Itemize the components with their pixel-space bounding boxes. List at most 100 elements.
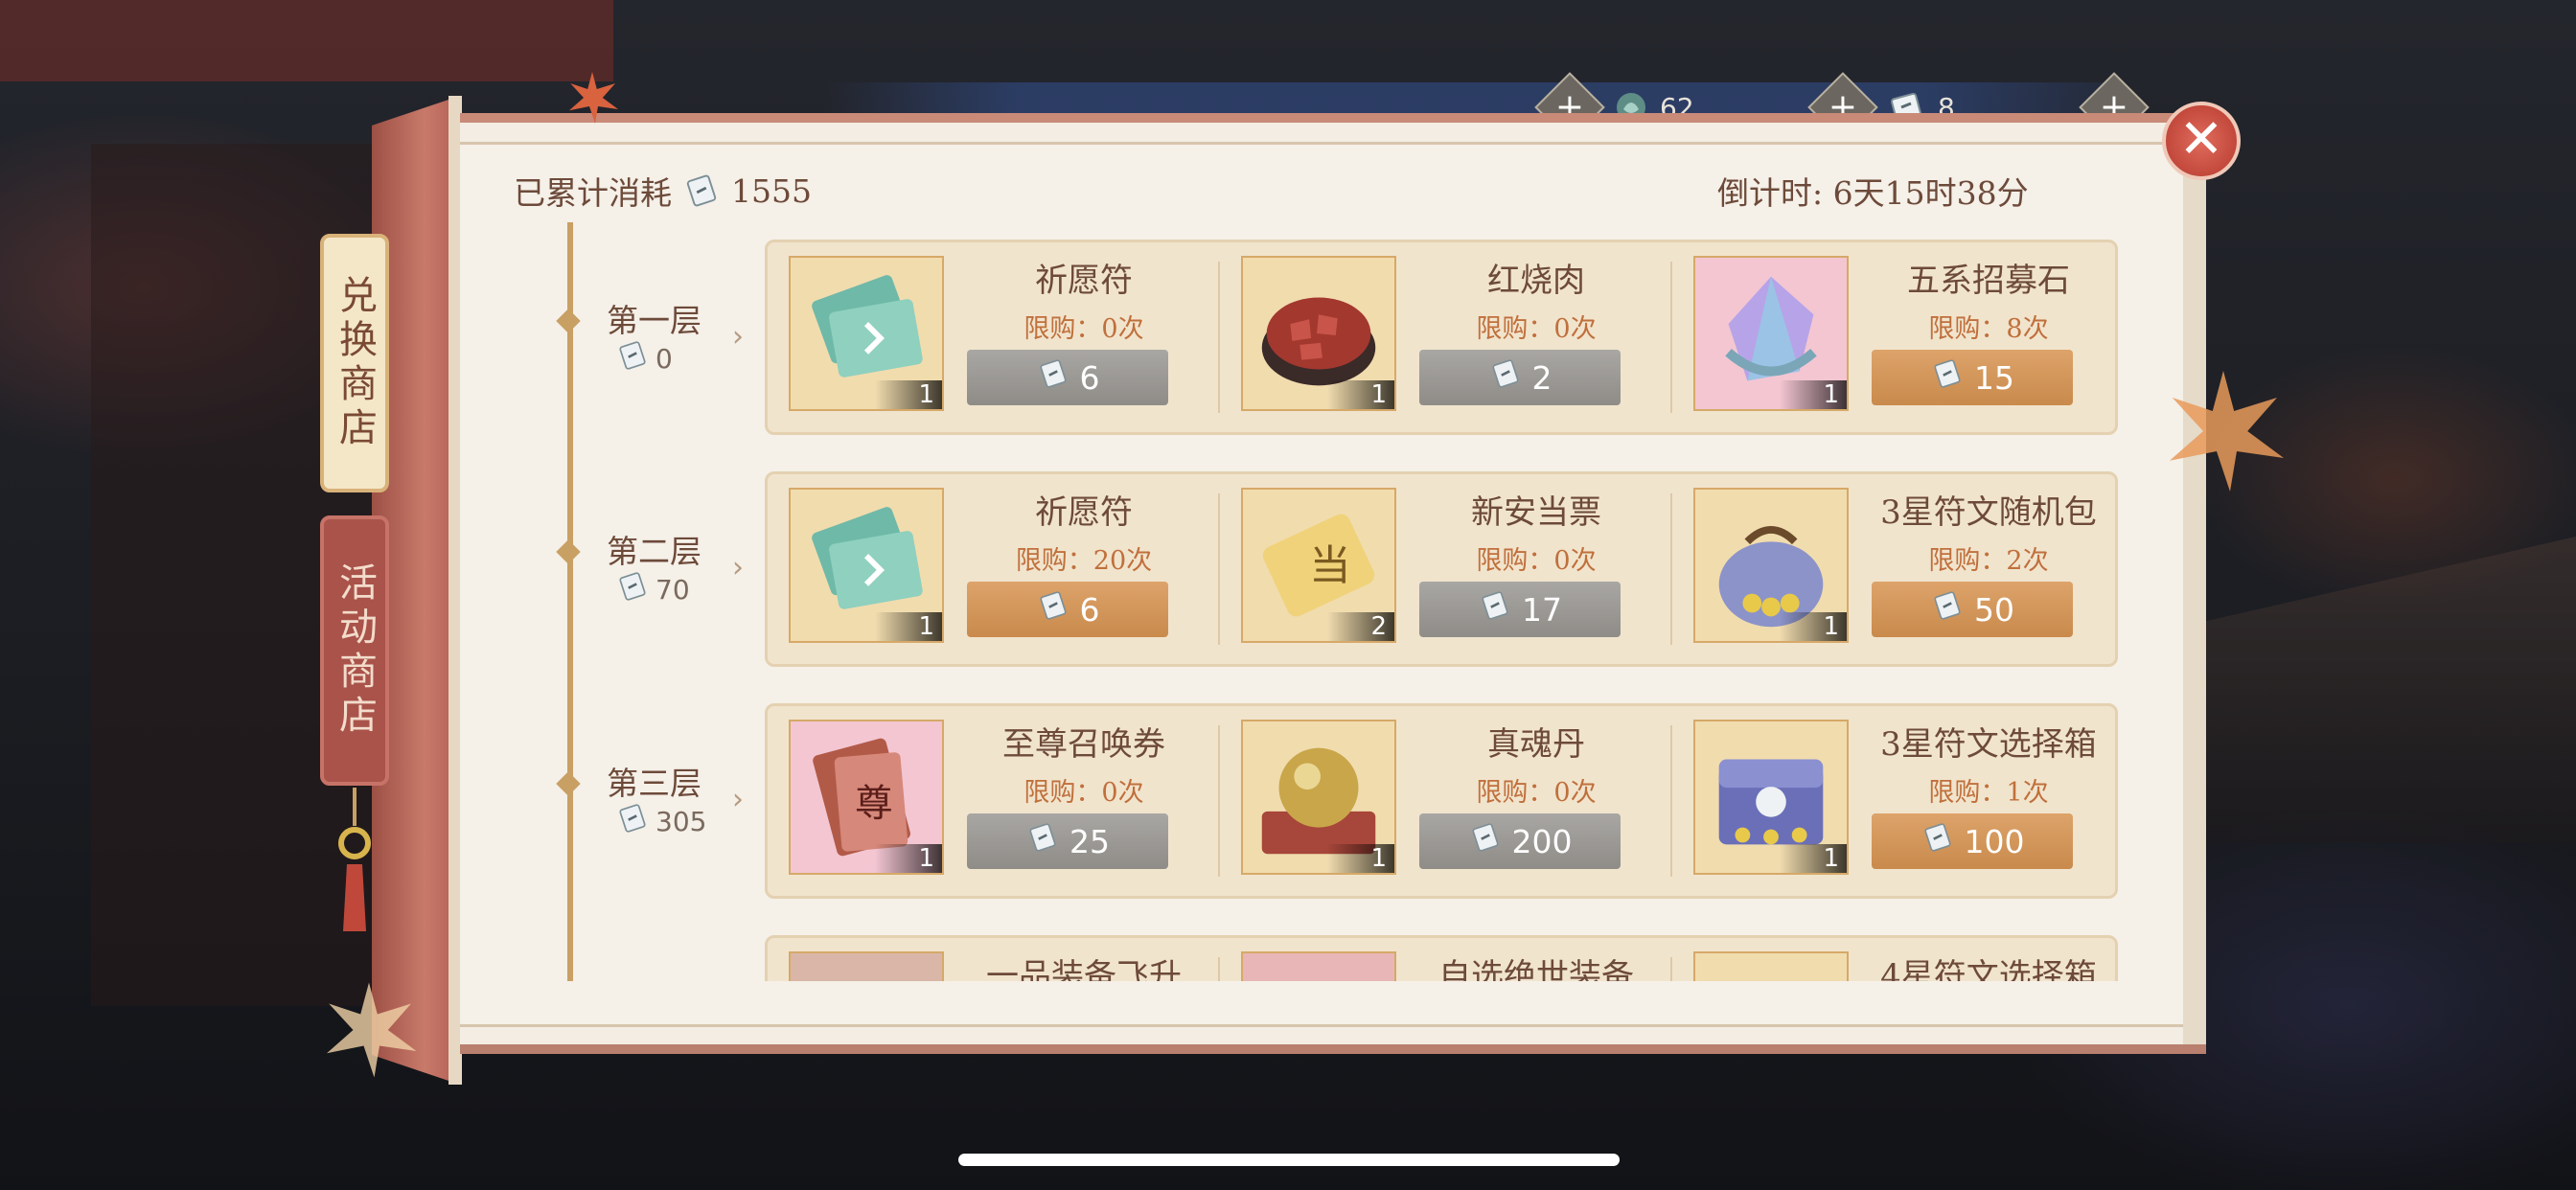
ticket-icon: [1478, 589, 1512, 629]
shop-item[interactable]: 1 3星符文选择箱限购：1次 100: [1672, 706, 2123, 896]
item-name: 五系招募石: [1907, 262, 2070, 300]
buy-button[interactable]: 17: [1419, 582, 1621, 637]
chevron-right-icon: ›: [732, 783, 744, 816]
shop-item[interactable]: 4星符文选择箱: [1672, 938, 2123, 981]
item-thumbnail[interactable]: 1: [1241, 720, 1396, 875]
item-thumbnail[interactable]: 1: [789, 256, 944, 411]
item-quantity: 1: [1327, 844, 1394, 873]
item-quantity: 1: [1780, 380, 1847, 409]
ticket-icon: [615, 339, 650, 378]
ticket-icon: [1488, 357, 1523, 398]
close-button[interactable]: ✕: [2162, 102, 2241, 180]
ticket-icon: [1930, 357, 1965, 398]
shop-item[interactable]: 1 五系招募石限购：8次 15: [1672, 242, 2123, 432]
tier-name: 第三层: [607, 765, 702, 802]
item-name: 3星符文选择箱: [1880, 725, 2097, 764]
shop-item[interactable]: 1 祈愿符 限购：20次 6: [768, 474, 1218, 664]
buy-button[interactable]: 6: [967, 350, 1168, 405]
ticket-icon: [1468, 821, 1503, 861]
item-price: 15: [1974, 358, 2014, 397]
shop-item[interactable]: 1 祈愿符 限购：0次 6: [768, 242, 1218, 432]
ticket-icon: [1036, 589, 1070, 629]
item-price: 6: [1079, 358, 1100, 397]
buy-button[interactable]: 2: [1419, 350, 1621, 405]
shop-row: 一品装备飞升 自选绝世装备 4星符文选择箱: [765, 935, 2118, 981]
item-price: 17: [1522, 590, 1562, 629]
item-name: 新安当票: [1471, 493, 1601, 532]
item-thumbnail[interactable]: 1: [789, 488, 944, 643]
shop-row: 1 祈愿符 限购：0次 6 1 红烧肉 限购：0次 2 1 五系招募石 限购：8次 15: [765, 240, 2118, 435]
tier-cost-value: 0: [656, 343, 673, 375]
tassel-ornament: [338, 788, 371, 931]
item-quantity: 1: [875, 844, 942, 873]
ticket-icon: [1025, 821, 1060, 861]
ticket-icon: [615, 570, 650, 609]
maple-leaf-icon: [327, 982, 417, 1078]
tier-3[interactable]: 第三层 305 ›: [556, 752, 765, 848]
shop-item[interactable]: 自选绝世装备: [1220, 938, 1670, 981]
buy-button[interactable]: 6: [967, 582, 1168, 637]
item-thumbnail[interactable]: 当2: [1241, 488, 1396, 643]
item-quantity: 2: [1327, 612, 1394, 641]
buy-button[interactable]: 15: [1872, 350, 2073, 405]
item-price: 2: [1531, 358, 1552, 397]
item-price: 25: [1070, 822, 1110, 860]
item-price: 200: [1511, 822, 1573, 860]
item-quantity: 1: [875, 612, 942, 641]
tier-2[interactable]: 第二层 70 ›: [556, 520, 765, 616]
maple-leaf-icon: [2170, 371, 2284, 492]
item-thumbnail[interactable]: 1: [1693, 488, 1849, 643]
maple-leaf-icon: [569, 72, 618, 124]
tier-cost: 305: [615, 802, 706, 841]
ticket-icon: [681, 172, 722, 209]
rune-chest-icon: [1695, 953, 1847, 981]
shop-item[interactable]: 一品装备飞升: [768, 938, 1218, 981]
chevron-right-icon: ›: [732, 551, 744, 584]
item-purchase-limit: 限购：1次: [1928, 778, 2049, 808]
ticket-icon: [1036, 357, 1070, 398]
item-name: 真魂丹: [1487, 725, 1585, 764]
item-thumbnail[interactable]: [1241, 951, 1396, 981]
equipment-icon: [791, 953, 942, 981]
item-purchase-limit: 限购：0次: [1024, 778, 1144, 808]
item-thumbnail[interactable]: [789, 951, 944, 981]
tab-exchange-shop[interactable]: 兑换商店: [320, 234, 389, 492]
item-thumbnail[interactable]: 1: [1693, 720, 1849, 875]
item-name: 自选绝世装备: [1438, 957, 1634, 981]
item-purchase-limit: 限购：20次: [1015, 546, 1153, 576]
shop-item[interactable]: 1 红烧肉 限购：0次 2: [1220, 242, 1670, 432]
buy-button[interactable]: 100: [1872, 813, 2073, 869]
ticket-icon: [1930, 589, 1965, 629]
shop-item-list[interactable]: 1 祈愿符 限购：0次 6 1 红烧肉 限购：0次 2 1 五系招募石 限购：8次 15 1 祈愿符 限购：…: [765, 220, 2126, 981]
item-thumbnail[interactable]: 1: [1693, 256, 1849, 411]
buy-button[interactable]: 200: [1419, 813, 1621, 869]
tier-1[interactable]: 第一层 0 ›: [556, 289, 765, 385]
svg-text:当: 当: [1309, 542, 1350, 590]
ticket-icon: [615, 802, 650, 841]
item-name: 红烧肉: [1487, 262, 1585, 300]
item-thumbnail[interactable]: 尊1: [789, 720, 944, 875]
shop-item[interactable]: 当 2 新安当票 限购：0次 17: [1220, 474, 1670, 664]
svg-text:尊: 尊: [855, 782, 893, 826]
tab-event-shop[interactable]: 活动商店: [320, 515, 389, 786]
shop-item[interactable]: 1 真魂丹 限购：0次 200: [1220, 706, 1670, 896]
item-name: 至尊召唤券: [1002, 725, 1165, 764]
item-name: 祈愿符: [1035, 262, 1133, 300]
item-quantity: 1: [1780, 844, 1847, 873]
shop-item[interactable]: 尊 1 至尊召唤券 限购：0次 25: [768, 706, 1218, 896]
shop-item[interactable]: 1 3星符文随机包 限购：2次 50: [1672, 474, 2123, 664]
tier-name: 第二层: [607, 533, 702, 570]
item-thumbnail[interactable]: 1: [1241, 256, 1396, 411]
home-indicator[interactable]: [958, 1154, 1620, 1166]
item-purchase-limit: 限购：8次: [1928, 314, 2049, 344]
equipment-select-icon: [1243, 953, 1394, 981]
tier-cost: 0: [615, 339, 673, 378]
item-quantity: 1: [1327, 380, 1394, 409]
item-purchase-limit: 限购：0次: [1476, 546, 1597, 576]
item-quantity: 1: [875, 380, 942, 409]
buy-button[interactable]: 25: [967, 813, 1168, 869]
buy-button[interactable]: 50: [1872, 582, 2073, 637]
chevron-right-icon: ›: [732, 320, 744, 354]
item-thumbnail[interactable]: [1693, 951, 1849, 981]
tab-event-shop-label: 活动商店: [333, 562, 377, 739]
